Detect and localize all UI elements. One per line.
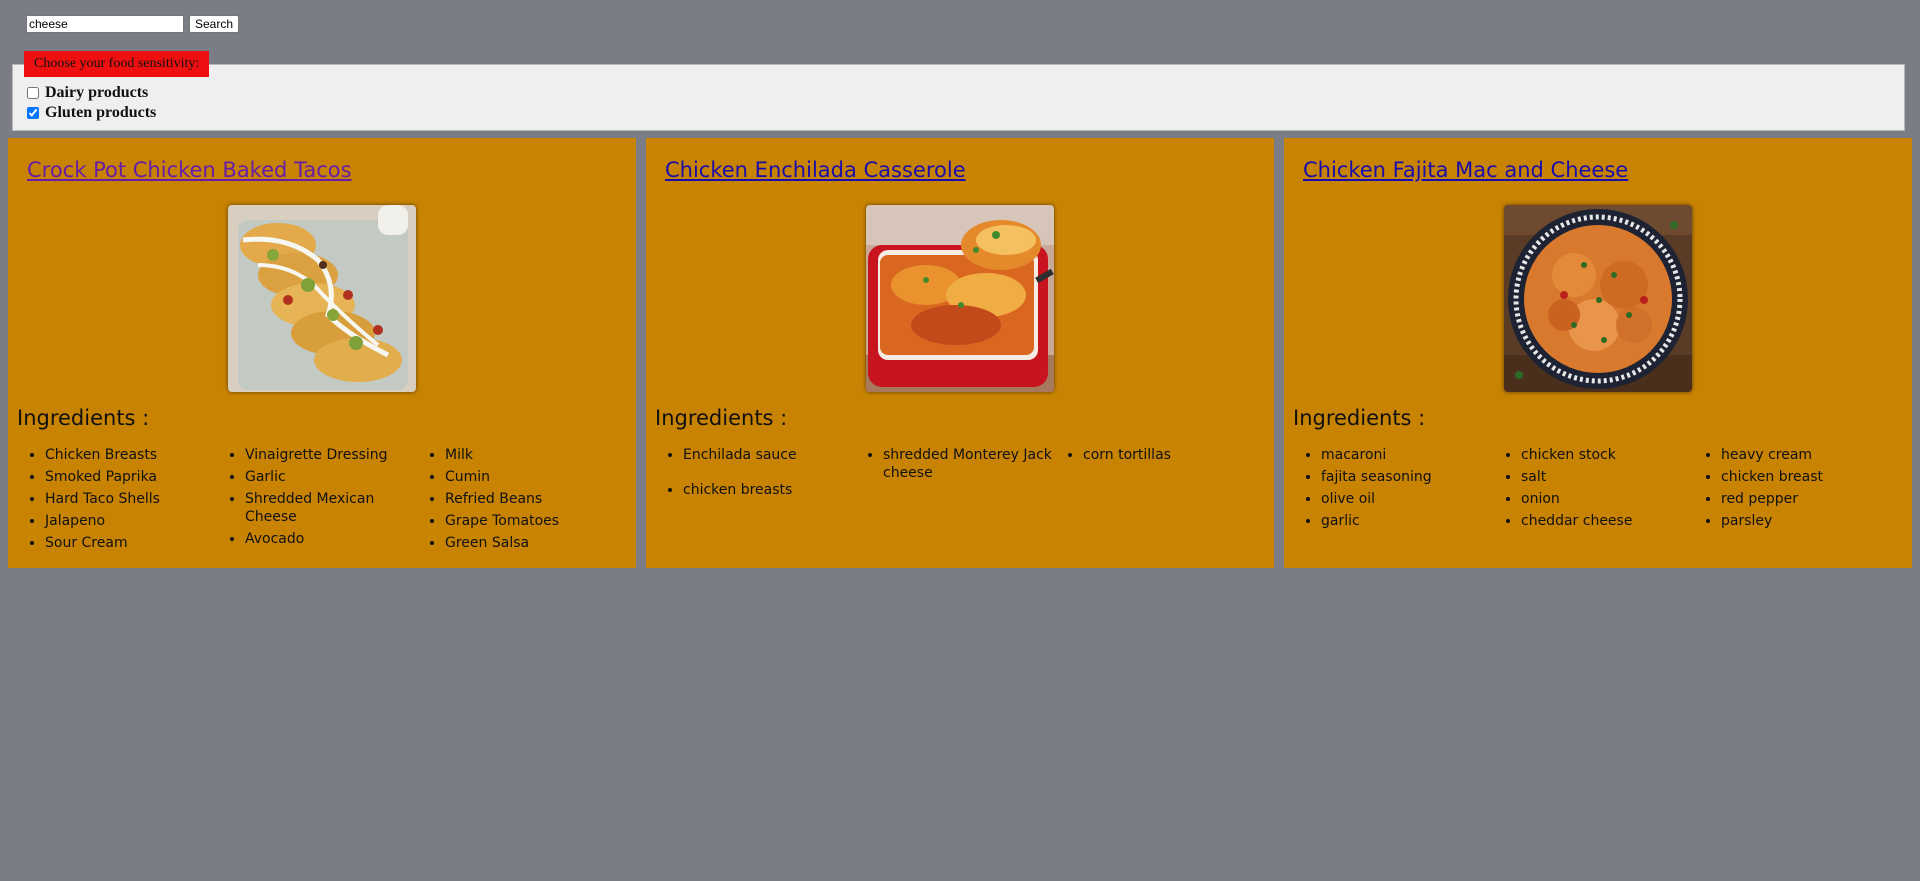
ingredient-item: onion [1521, 490, 1693, 508]
ingredient-item: Cumin [445, 468, 617, 486]
ingredients-heading: Ingredients : [1293, 406, 1426, 430]
ingredients-list: macaroni fajita seasoning olive oil garl… [1293, 446, 1893, 534]
ingredient-item: Refried Beans [445, 490, 617, 508]
ingredient-item: Grape Tomatoes [445, 512, 617, 530]
recipe-title-link[interactable]: Crock Pot Chicken Baked Tacos [27, 158, 352, 182]
ingredients-heading: Ingredients : [655, 406, 788, 430]
recipe-title-link[interactable]: Chicken Enchilada Casserole [665, 158, 966, 182]
ingredient-item: Shredded Mexican Cheese [245, 490, 417, 526]
ingredient-item: Avocado [245, 530, 417, 548]
ingredient-item: shredded Monterey Jack cheese [883, 446, 1055, 482]
ingredient-item: corn tortillas [1083, 446, 1255, 464]
ingredient-item: chicken breasts [683, 481, 855, 499]
ingredient-item: Garlic [245, 468, 417, 486]
ingredient-item: Jalapeno [45, 512, 217, 530]
ingredient-item: Vinaigrette Dressing [245, 446, 417, 464]
gluten-checkbox[interactable] [27, 107, 39, 119]
ingredients-heading: Ingredients : [17, 406, 150, 430]
ingredient-item: cheddar cheese [1521, 512, 1693, 530]
recipe-image [228, 205, 416, 392]
ingredient-item: Sour Cream [45, 534, 217, 552]
recipe-title-link[interactable]: Chicken Fajita Mac and Cheese [1303, 158, 1628, 182]
dairy-option[interactable]: Dairy products [27, 84, 148, 102]
search-button[interactable]: Search [189, 15, 240, 33]
ingredient-item: heavy cream [1721, 446, 1893, 464]
recipe-image [866, 205, 1054, 392]
recipe-card: Chicken Fajita Mac and Cheese Ingredient… [1284, 138, 1912, 568]
sensitivity-fieldset [12, 64, 1905, 131]
recipe-card: Crock Pot Chicken Baked Tacos Ingredient… [8, 138, 636, 568]
ingredient-item: Milk [445, 446, 617, 464]
sensitivity-legend: Choose your food sensitivity: [24, 51, 210, 77]
ingredient-item: chicken breast [1721, 468, 1893, 486]
ingredient-item: fajita seasoning [1321, 468, 1493, 486]
ingredient-item: olive oil [1321, 490, 1493, 508]
ingredient-item: macaroni [1321, 446, 1493, 464]
ingredient-item: salt [1521, 468, 1693, 486]
ingredient-item: Green Salsa [445, 534, 617, 552]
ingredient-item: garlic [1321, 512, 1493, 530]
ingredients-list: Chicken Breasts Smoked Paprika Hard Taco… [17, 446, 617, 555]
ingredient-item: Chicken Breasts [45, 446, 217, 464]
dairy-checkbox[interactable] [27, 87, 39, 99]
search-bar: Search [26, 15, 240, 33]
gluten-option[interactable]: Gluten products [27, 104, 156, 122]
ingredient-item: parsley [1721, 512, 1893, 530]
gluten-label: Gluten products [45, 104, 157, 121]
ingredient-item: Smoked Paprika [45, 468, 217, 486]
ingredient-item: chicken stock [1521, 446, 1693, 464]
ingredients-list: Enchilada sauce chicken breasts shredded… [655, 446, 1255, 499]
dairy-label: Dairy products [45, 84, 149, 101]
ingredient-item: red pepper [1721, 490, 1893, 508]
search-input[interactable] [26, 15, 184, 33]
recipe-image [1504, 205, 1692, 392]
ingredient-item: Enchilada sauce [683, 446, 855, 464]
recipe-card: Chicken Enchilada Casserole Ingredients … [646, 138, 1274, 568]
ingredient-item: Hard Taco Shells [45, 490, 217, 508]
